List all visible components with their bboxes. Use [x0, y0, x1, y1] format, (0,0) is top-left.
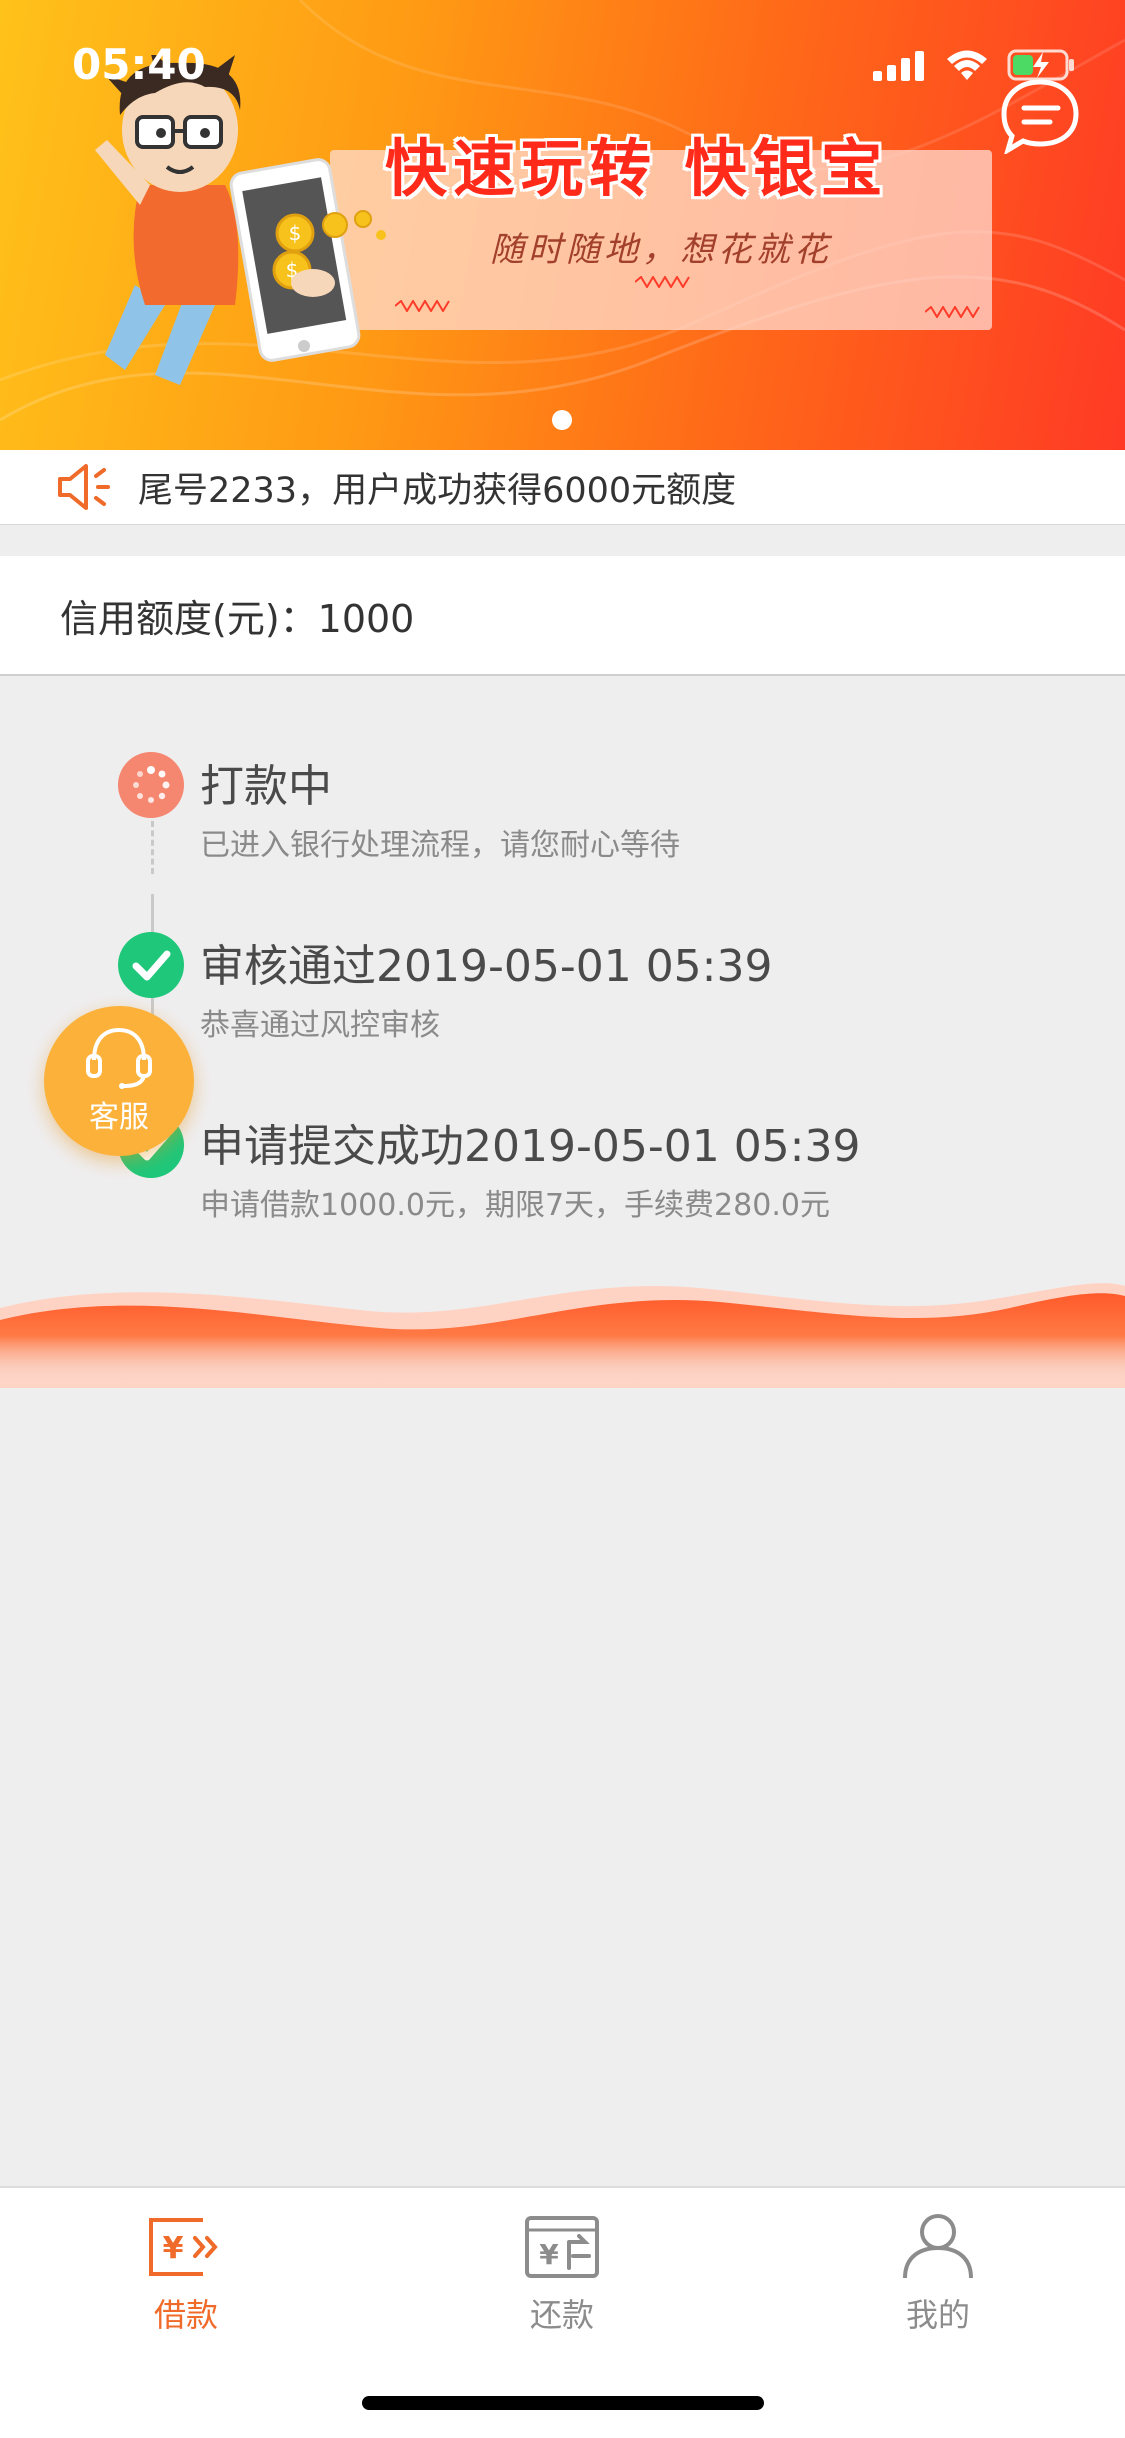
mascot-illustration: $ $ — [95, 55, 386, 385]
decorative-squiggle — [635, 276, 690, 288]
profile-icon — [903, 2214, 973, 2279]
tab-label: 我的 — [905, 2296, 970, 2334]
carousel-indicator[interactable] — [552, 410, 572, 430]
timeline-step-desc: 已进入银行处理流程，请您耐心等待 — [200, 828, 680, 863]
customer-service-button[interactable]: 客服 — [44, 1006, 194, 1156]
timeline-step-desc: 恭喜通过风控审核 — [200, 1008, 440, 1043]
decorative-squiggle — [395, 300, 450, 312]
timeline-step-title: 打款中 — [200, 761, 332, 812]
signal-icon — [873, 51, 924, 81]
credit-limit-label: 信用额度(元)：1000 — [60, 596, 415, 641]
status-time: 05:40 — [72, 40, 206, 89]
tab-repay[interactable]: ¥ 还款 — [462, 2212, 662, 2336]
home-indicator[interactable] — [362, 2396, 764, 2410]
check-icon — [118, 932, 184, 998]
tab-profile[interactable]: 我的 — [838, 2212, 1038, 2336]
timeline-step-desc: 申请借款1000.0元，期限7天，手续费280.0元 — [200, 1188, 830, 1223]
customer-service-label: 客服 — [89, 1100, 149, 1135]
credit-limit-row: 信用额度(元)：1000 — [0, 556, 1125, 676]
svg-text:¥: ¥ — [539, 2238, 559, 2271]
headset-icon — [86, 1027, 152, 1089]
processing-icon — [118, 752, 184, 818]
status-icons — [873, 48, 1077, 82]
decorative-squiggle — [925, 306, 980, 318]
tab-borrow[interactable]: ¥ 借款 — [86, 2212, 286, 2336]
wifi-icon — [947, 50, 987, 80]
timeline-step-title: 申请提交成功2019-05-01 05:39 — [200, 1121, 861, 1172]
wave-decoration — [0, 1283, 1125, 1388]
tab-label: 还款 — [529, 2296, 594, 2334]
borrow-icon: ¥ — [149, 2218, 218, 2276]
coin-symbol: $ — [289, 221, 302, 245]
banner-subtitle: 随时随地，想花就花 — [490, 230, 832, 270]
svg-text:¥: ¥ — [163, 2231, 184, 2266]
tab-label: 借款 — [153, 2296, 218, 2334]
message-icon[interactable] — [1000, 78, 1080, 154]
notice-text: 尾号2233，用户成功获得6000元额度 — [138, 470, 737, 511]
repay-icon: ¥ — [525, 2216, 599, 2278]
speaker-icon — [58, 464, 110, 510]
banner-title: 快速玩转 快银宝 — [385, 132, 889, 205]
timeline-step-title: 审核通过2019-05-01 05:39 — [200, 941, 773, 992]
battery-icon — [1007, 49, 1074, 81]
notice-bar: 尾号2233，用户成功获得6000元额度 — [0, 450, 1125, 525]
